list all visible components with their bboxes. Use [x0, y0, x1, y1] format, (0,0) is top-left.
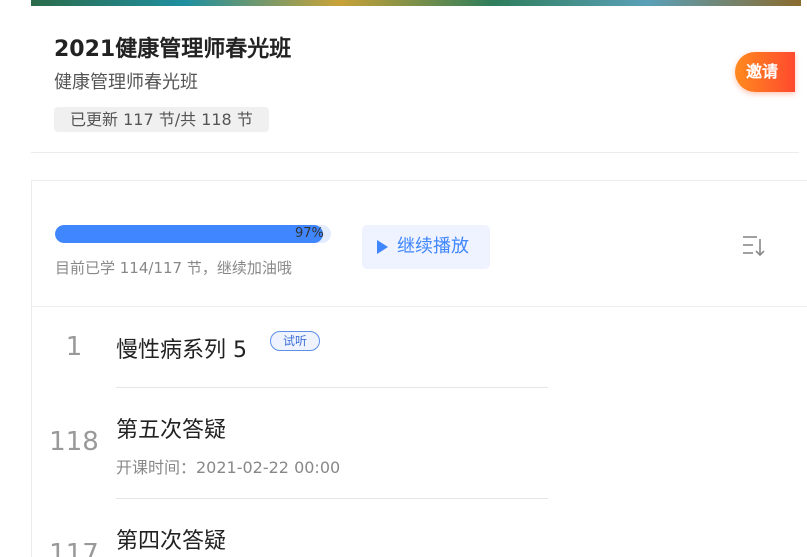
sort-icon[interactable]	[741, 233, 767, 259]
course-subtitle: 健康管理师春光班	[54, 72, 198, 93]
progress-status-text: 目前已学 114/117 节，继续加油哦	[55, 259, 292, 277]
continue-play-button[interactable]: 继续播放	[362, 225, 490, 269]
progress-fill	[55, 225, 323, 243]
trial-badge: 试听	[270, 331, 321, 351]
course-title: 2021健康管理师春光班	[54, 37, 292, 62]
lesson-number: 1	[65, 332, 83, 362]
lesson-title: 慢性病系列 5	[116, 338, 247, 363]
invite-button[interactable]: 邀请	[735, 52, 795, 92]
play-icon	[377, 240, 388, 254]
lesson-item[interactable]: 117 第四次答疑	[32, 499, 807, 557]
lesson-number: 117	[49, 539, 99, 557]
lesson-number: 118	[49, 427, 99, 457]
lesson-item[interactable]: 118 第五次答疑 开课时间：2021-02-22 00:00	[32, 388, 807, 499]
progress-percent: 97%	[295, 226, 324, 241]
lesson-list: 1 慢性病系列 5 试听 118 第五次答疑 开课时间：2021-02-22 0…	[32, 308, 807, 557]
course-info-card: 2021健康管理师春光班 健康管理师春光班 已更新 117 节/共 118 节	[31, 6, 799, 153]
lesson-start-time: 开课时间：2021-02-22 00:00	[116, 458, 341, 477]
lesson-panel: 97% 目前已学 114/117 节，继续加油哦 继续播放 1 慢性病系列 5 …	[31, 180, 807, 557]
progress-bar	[55, 225, 331, 243]
continue-play-label: 继续播放	[397, 236, 469, 257]
lesson-title: 第五次答疑	[116, 418, 227, 443]
lesson-title: 第四次答疑	[116, 529, 227, 554]
progress-area: 97% 目前已学 114/117 节，继续加油哦 继续播放	[32, 181, 807, 307]
update-status-badge: 已更新 117 节/共 118 节	[54, 107, 269, 132]
